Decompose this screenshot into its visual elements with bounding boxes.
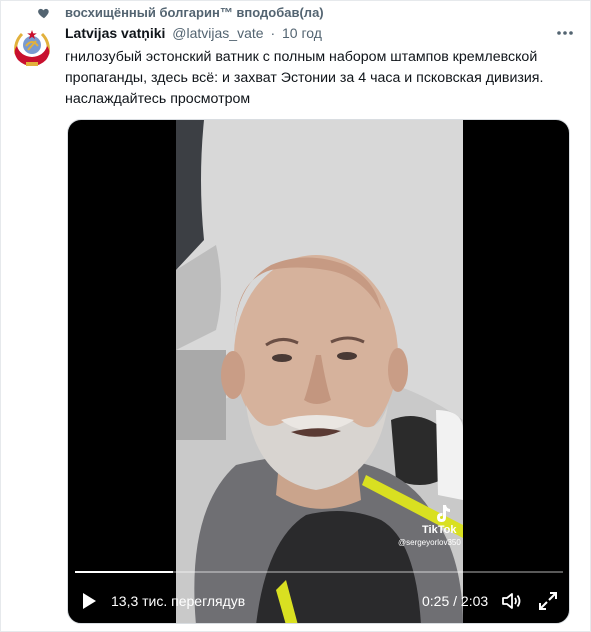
tiktok-logo-icon	[437, 505, 450, 522]
header-separator: ·	[270, 25, 276, 41]
ussr-style-emblem-avatar	[8, 24, 56, 72]
watermark-username: @sergeyorlov350	[398, 538, 461, 547]
video-progress-fill	[75, 571, 173, 573]
video-still-image	[176, 120, 463, 623]
tweet-text: гнилозубый эстонский ватник с полным наб…	[65, 49, 544, 107]
video-player[interactable]: TikTok @sergeyorlov350	[67, 119, 570, 624]
tweet-timestamp[interactable]: 10 год	[282, 25, 322, 41]
tweet-card[interactable]: восхищённый болгарин™ вподобав(ла) Latvi…	[0, 0, 591, 632]
watermark-brand: TikTok	[422, 524, 457, 536]
current-time: 0:25	[422, 593, 450, 609]
tweet-header: Latvijas vatņiki @latvijas_vate · 10 год	[65, 25, 322, 41]
duration: 2:03	[460, 593, 489, 609]
view-count: 13,3 тис. переглядув	[111, 593, 246, 609]
video-frame[interactable]	[176, 120, 463, 623]
volume-icon[interactable]	[501, 591, 523, 611]
fullscreen-icon[interactable]	[538, 591, 558, 611]
social-context-text[interactable]: восхищённый болгарин™ вподобав(ла)	[65, 5, 324, 20]
author-display-name[interactable]: Latvijas vatņiki	[65, 25, 165, 41]
author-handle[interactable]: @latvijas_vate	[172, 25, 263, 41]
avatar[interactable]	[8, 24, 56, 72]
time-separator: /	[453, 593, 458, 609]
video-progress-bar[interactable]	[75, 571, 563, 573]
play-icon[interactable]	[79, 591, 99, 611]
more-options-icon[interactable]	[556, 30, 574, 36]
video-timecode: 0:25 / 2:03	[422, 593, 488, 609]
heart-icon	[38, 8, 49, 19]
